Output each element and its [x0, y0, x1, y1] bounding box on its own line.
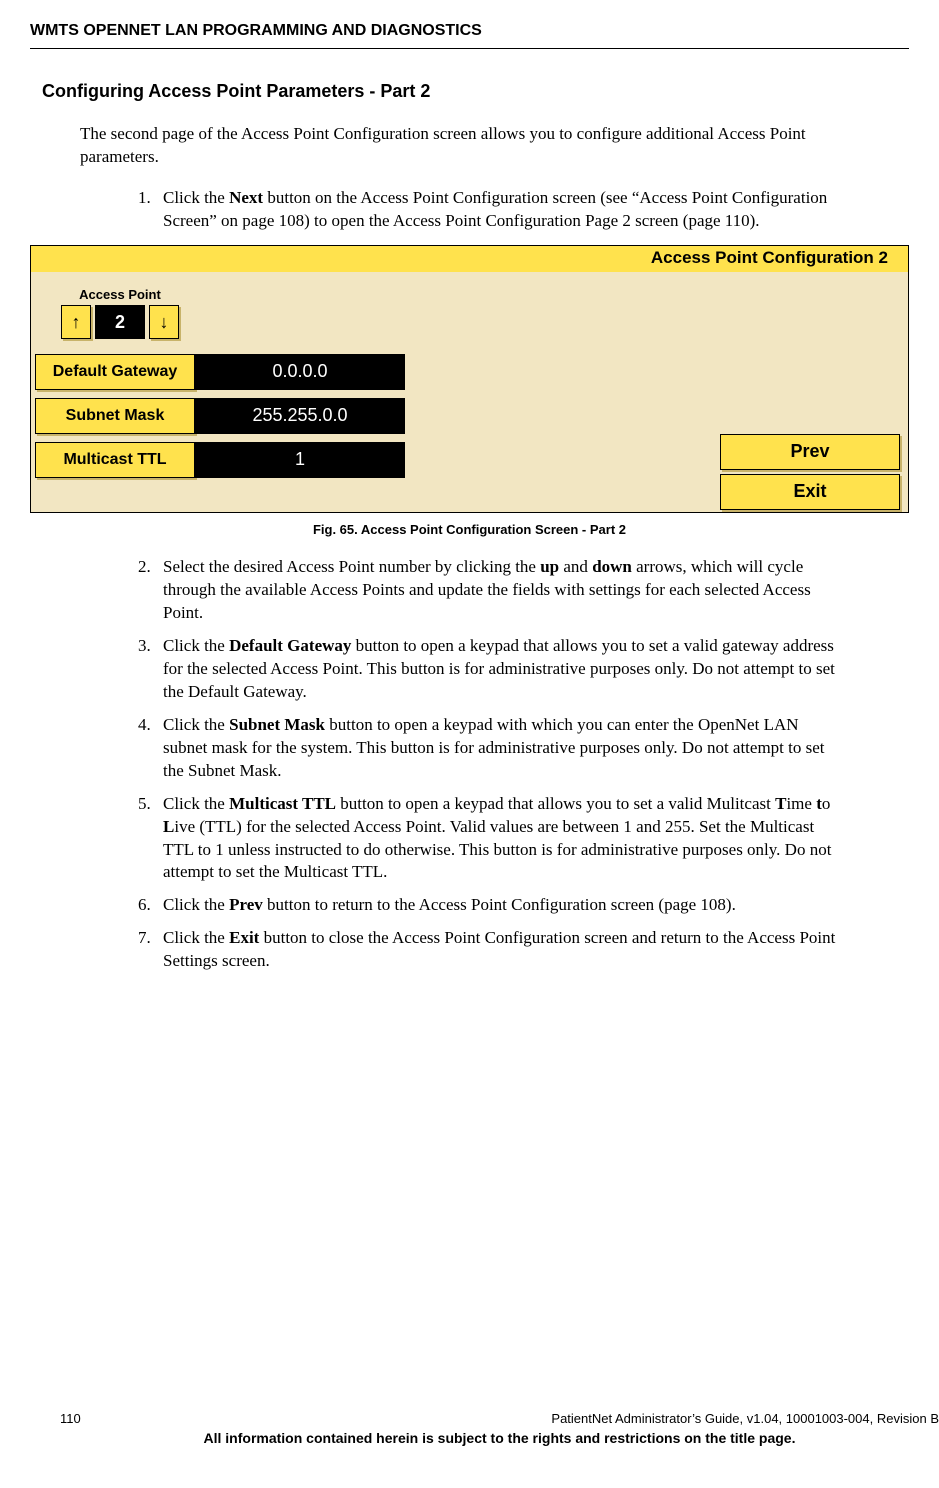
footer-right: PatientNet Administrator’s Guide, v1.04,…	[551, 1410, 939, 1428]
subnet-mask-button[interactable]: Subnet Mask	[35, 398, 195, 434]
s5b: Multicast TTL	[229, 794, 336, 813]
step-3: Click the Default Gateway button to open…	[155, 635, 839, 704]
s7a: Click the	[163, 928, 229, 947]
step-7: Click the Exit button to close the Acces…	[155, 927, 839, 973]
footer-notice: All information contained herein is subj…	[60, 1429, 939, 1448]
exit-button[interactable]: Exit	[720, 474, 900, 510]
s4b: Subnet Mask	[229, 715, 325, 734]
s4a: Click the	[163, 715, 229, 734]
ap-number-value: 2	[95, 305, 145, 339]
s2c: and	[559, 557, 592, 576]
section-title: Configuring Access Point Parameters - Pa…	[42, 79, 909, 103]
s5i: ive (TTL) for the selected Access Point.…	[163, 817, 831, 882]
s2a: Select the desired Access Point number b…	[163, 557, 540, 576]
subnet-mask-value: 255.255.0.0	[195, 398, 405, 434]
s5h: L	[163, 817, 174, 836]
ap-up-button[interactable]: ↑	[61, 305, 91, 339]
step-1-bold: Next	[229, 188, 263, 207]
s3a: Click the	[163, 636, 229, 655]
s2d: down	[592, 557, 632, 576]
default-gateway-value: 0.0.0.0	[195, 354, 405, 390]
step-4: Click the Subnet Mask button to open a k…	[155, 714, 839, 783]
figure-caption: Fig. 65. Access Point Configuration Scre…	[30, 521, 909, 539]
s7c: button to close the Access Point Configu…	[163, 928, 835, 970]
multicast-ttl-button[interactable]: Multicast TTL	[35, 442, 195, 478]
ap-down-button[interactable]: ↓	[149, 305, 179, 339]
s5g: o	[822, 794, 831, 813]
access-point-stepper-block: Access Point ↑ 2 ↓	[61, 286, 179, 340]
step-1-text-a: Click the	[163, 188, 229, 207]
page-header: WMTS OPENNET LAN PROGRAMMING AND DIAGNOS…	[30, 20, 909, 49]
step-6: Click the Prev button to return to the A…	[155, 894, 839, 917]
page-number: 110	[60, 1410, 81, 1428]
s6b: Prev	[229, 895, 263, 914]
prev-button[interactable]: Prev	[720, 434, 900, 470]
s5a: Click the	[163, 794, 229, 813]
step-1-text-c: button on the Access Point Configuration…	[163, 188, 827, 230]
multicast-ttl-value: 1	[195, 442, 405, 478]
screenshot-title: Access Point Configuration 2	[651, 247, 888, 270]
access-point-label: Access Point	[61, 286, 179, 304]
s3b: Default Gateway	[229, 636, 351, 655]
step-2: Select the desired Access Point number b…	[155, 556, 839, 625]
step-5: Click the Multicast TTL button to open a…	[155, 793, 839, 885]
s6a: Click the	[163, 895, 229, 914]
step-1: Click the Next button on the Access Poin…	[155, 187, 839, 233]
s5c: button to open a keypad that allows you …	[336, 794, 775, 813]
s6c: button to return to the Access Point Con…	[263, 895, 736, 914]
default-gateway-button[interactable]: Default Gateway	[35, 354, 195, 390]
page-footer: 110 PatientNet Administrator’s Guide, v1…	[30, 1409, 939, 1448]
s2b: up	[540, 557, 559, 576]
s5d: T	[775, 794, 786, 813]
screenshot-panel: Access Point Configuration 2 Access Poin…	[30, 245, 909, 513]
screenshot-title-bar: Access Point Configuration 2	[31, 246, 908, 272]
s5e: ime	[786, 794, 816, 813]
s7b: Exit	[229, 928, 259, 947]
intro-paragraph: The second page of the Access Point Conf…	[80, 123, 839, 169]
